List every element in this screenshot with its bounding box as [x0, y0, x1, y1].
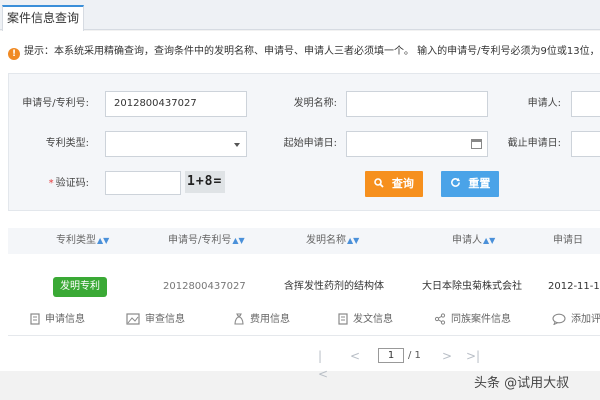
notice-bar: ! 提示：本系统采用精确查询，查询条件中的发明名称、申请号、申请人三者必须填一个。… — [8, 43, 600, 61]
money-bag-icon — [234, 313, 244, 325]
reset-button-label: 重置 — [468, 177, 491, 190]
row-applicant: 大日本除虫菊株式会社 — [422, 281, 522, 292]
notice-text: 提示：本系统采用精确查询，查询条件中的发明名称、申请号、申请人三者必须填一个。 … — [24, 46, 600, 57]
column-header-application-no[interactable]: 申请号/专利号▲▼ — [168, 228, 245, 254]
patent-type-badge: 发明专利 — [53, 277, 107, 297]
prev-page-button[interactable]: < — [350, 347, 360, 365]
search-button-label: 查询 — [391, 177, 414, 190]
search-form: 申请号/专利号: 2012800437027 发明名称: 申请人: 专利类型: … — [8, 73, 600, 211]
row-application-date: 2012-11-14 — [548, 281, 600, 292]
share-icon — [434, 313, 446, 325]
row-application-no: 2012800437027 — [163, 281, 246, 292]
comment-icon — [552, 313, 566, 326]
next-page-button[interactable]: > — [442, 347, 452, 365]
applicant-label: 申请人: — [527, 98, 561, 109]
end-date-input[interactable] — [571, 131, 600, 157]
captcha-label-text: 验证码: — [55, 178, 89, 189]
chevron-down-icon — [234, 143, 240, 147]
tab-case-info-query[interactable]: 案件信息查询 — [2, 5, 84, 31]
column-header-invention-name[interactable]: 发明名称▲▼ — [306, 228, 359, 254]
document-icon — [338, 313, 348, 325]
sort-icon: ▲▼ — [97, 236, 110, 245]
main-panel: ! 提示：本系统采用精确查询，查询条件中的发明名称、申请号、申请人三者必须填一个。… — [0, 31, 600, 381]
page-total: / 1 — [408, 350, 421, 361]
tab-bar: 案件信息查询 — [0, 0, 600, 31]
search-icon — [374, 177, 388, 190]
action-fee-info[interactable]: 费用信息 — [233, 311, 290, 329]
document-icon — [30, 313, 40, 325]
image-icon — [126, 313, 140, 325]
action-dispatch-info[interactable]: 发文信息 — [338, 311, 393, 329]
refresh-icon — [450, 177, 465, 190]
first-page-button[interactable]: |< — [318, 347, 328, 383]
warning-icon: ! — [8, 48, 20, 60]
page-number-input[interactable]: 1 — [378, 348, 404, 363]
patent-type-label: 专利类型: — [45, 138, 89, 149]
start-date-label: 起始申请日: — [283, 138, 337, 149]
action-review-info[interactable]: 审查信息 — [126, 311, 185, 329]
captcha-input[interactable] — [105, 171, 181, 195]
table-row[interactable]: 发明专利 2012800437027 含挥发性药剂的结构体 大日本除虫菊株式会社… — [8, 274, 600, 300]
reset-button[interactable]: 重置 — [441, 171, 499, 197]
sort-icon: ▲▼ — [347, 236, 360, 245]
divider — [8, 335, 600, 336]
end-date-label: 截止申请日: — [507, 138, 561, 149]
sort-icon: ▲▼ — [232, 236, 245, 245]
patent-type-select[interactable] — [105, 131, 247, 157]
required-mark: * — [48, 178, 54, 189]
column-header-application-date[interactable]: 申请日 — [553, 228, 583, 254]
results-table-header: 专利类型▲▼ 申请号/专利号▲▼ 发明名称▲▼ 申请人▲▼ 申请日 — [8, 228, 600, 254]
applicant-input[interactable] — [571, 91, 600, 117]
action-add-comment[interactable]: 添加评 — [552, 311, 600, 329]
row-invention-name: 含挥发性药剂的结构体 — [284, 281, 384, 292]
application-no-label: 申请号/专利号: — [22, 98, 89, 109]
captcha-image[interactable]: 1+8= — [185, 171, 225, 193]
calendar-icon[interactable] — [471, 139, 482, 149]
invention-name-input[interactable] — [346, 91, 488, 117]
captcha-label: * 验证码: — [11, 171, 89, 197]
action-application-info[interactable]: 申请信息 — [30, 311, 85, 329]
watermark: 头条 @试用大叔 — [474, 376, 570, 391]
sort-icon: ▲▼ — [483, 236, 496, 245]
column-header-patent-type[interactable]: 专利类型▲▼ — [56, 228, 109, 254]
search-button[interactable]: 查询 — [365, 171, 423, 197]
row-actions: 申请信息 审查信息 费用信息 发文信息 同族案件信息 添加评 — [8, 311, 600, 329]
last-page-button[interactable]: >| — [466, 347, 480, 365]
column-header-applicant[interactable]: 申请人▲▼ — [452, 228, 495, 254]
action-family-case-info[interactable]: 同族案件信息 — [434, 311, 511, 329]
invention-name-label: 发明名称: — [293, 98, 337, 109]
start-date-input[interactable] — [346, 131, 488, 157]
application-no-input[interactable]: 2012800437027 — [105, 91, 247, 117]
